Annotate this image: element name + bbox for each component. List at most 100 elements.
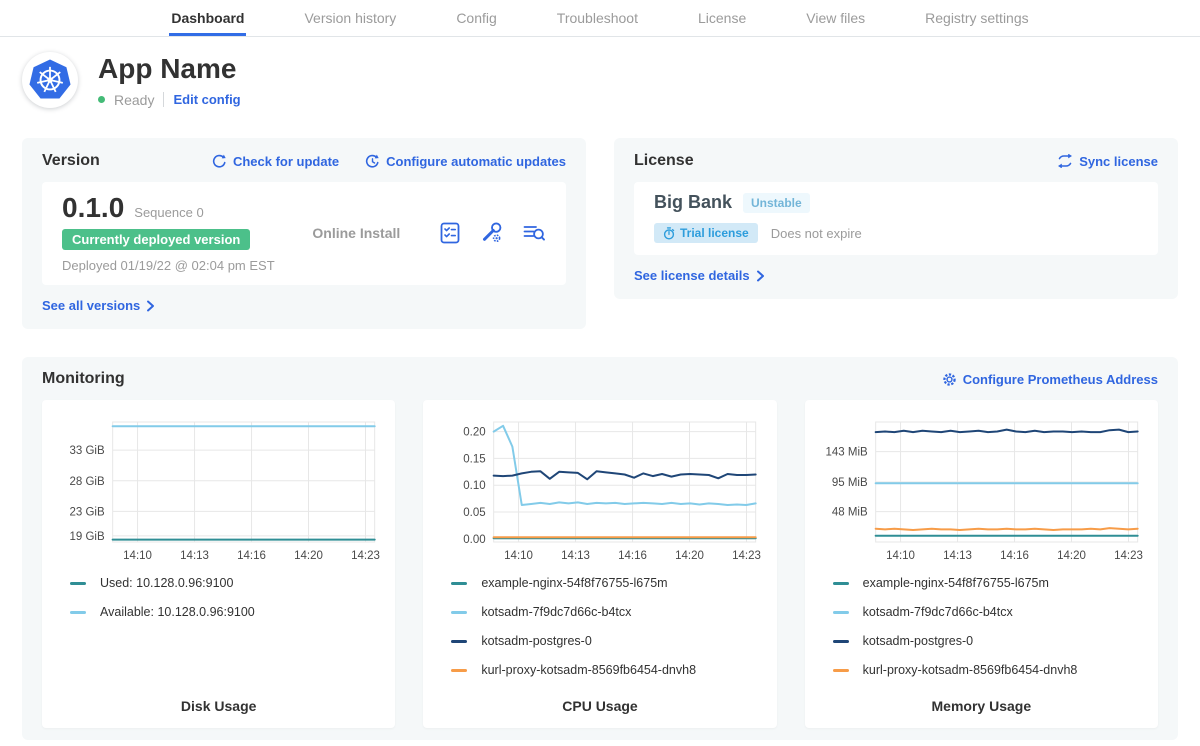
- svg-text:0.10: 0.10: [464, 480, 486, 492]
- kubernetes-icon: [27, 57, 73, 103]
- series-line: [494, 471, 756, 479]
- legend-label: kotsadm-postgres-0: [863, 634, 973, 648]
- chart-plot-memory-usage: 48 MiB95 MiB143 MiB14:1014:1314:1614:201…: [819, 414, 1144, 566]
- legend-label: kurl-proxy-kotsadm-8569fb6454-dnvh8: [481, 663, 696, 677]
- legend-swatch: [833, 611, 849, 614]
- svg-text:14:16: 14:16: [1000, 550, 1029, 562]
- trial-license-badge: Trial license: [654, 223, 758, 243]
- svg-text:14:16: 14:16: [237, 550, 266, 562]
- clock-refresh-icon: [365, 154, 380, 169]
- svg-text:95 MiB: 95 MiB: [832, 477, 868, 489]
- page-content: App Name Ready Edit config Version: [0, 52, 1200, 740]
- svg-text:143 MiB: 143 MiB: [825, 447, 868, 459]
- version-number: 0.1.0: [62, 192, 124, 224]
- svg-text:14:20: 14:20: [675, 550, 704, 562]
- tab-version-history[interactable]: Version history: [302, 0, 398, 36]
- legend-label: Available: 10.128.0.96:9100: [100, 605, 255, 619]
- chart-legend-disk-usage: Used: 10.128.0.96:9100 Available: 10.128.…: [56, 576, 381, 634]
- tab-troubleshoot[interactable]: Troubleshoot: [555, 0, 640, 36]
- svg-text:14:20: 14:20: [294, 550, 323, 562]
- version-panel-header: Version Check for update: [42, 152, 566, 170]
- check-for-update-button[interactable]: Check for update: [212, 154, 339, 169]
- svg-text:48 MiB: 48 MiB: [832, 507, 868, 519]
- license-title: License: [634, 152, 694, 170]
- legend-item: Available: 10.128.0.96:9100: [70, 605, 381, 619]
- legend-item: kurl-proxy-kotsadm-8569fb6454-dnvh8: [451, 663, 762, 677]
- series-line: [875, 528, 1137, 530]
- cards-row: Version Check for update: [22, 138, 1178, 329]
- stopwatch-icon: [663, 227, 675, 240]
- svg-text:14:23: 14:23: [1114, 550, 1143, 562]
- tab-dashboard[interactable]: Dashboard: [169, 0, 246, 36]
- legend-label: kotsadm-7f9dc7d66c-b4tcx: [481, 605, 631, 619]
- series-line: [875, 430, 1137, 433]
- license-row-name: Big Bank Unstable: [654, 192, 1138, 213]
- legend-swatch: [833, 582, 849, 585]
- customer-name: Big Bank: [654, 192, 732, 213]
- monitoring-header: Monitoring Configure Prometheus Address: [42, 370, 1158, 388]
- configure-auto-updates-button[interactable]: Configure automatic updates: [365, 154, 566, 169]
- refresh-icon: [212, 154, 227, 169]
- svg-text:28 GiB: 28 GiB: [69, 476, 104, 488]
- svg-text:23 GiB: 23 GiB: [69, 506, 104, 518]
- version-info: 0.1.0 Sequence 0 Currently deployed vers…: [62, 192, 275, 273]
- chart-legend-memory-usage: example-nginx-54f8f76755-l675mkotsadm-7f…: [819, 576, 1144, 692]
- legend-label: kotsadm-postgres-0: [481, 634, 591, 648]
- monitoring-panel: Monitoring Configure Prometheus Address …: [22, 357, 1178, 740]
- version-panel: Version Check for update: [22, 138, 586, 329]
- divider: [163, 92, 164, 107]
- version-title: Version: [42, 152, 100, 170]
- version-sequence: Sequence 0: [134, 205, 203, 220]
- chart-title: Memory Usage: [819, 698, 1144, 714]
- legend-swatch: [833, 640, 849, 643]
- legend-item: Used: 10.128.0.96:9100: [70, 576, 381, 590]
- sync-license-button[interactable]: Sync license: [1057, 154, 1158, 169]
- legend-item: kotsadm-postgres-0: [451, 634, 762, 648]
- svg-text:14:23: 14:23: [351, 550, 380, 562]
- expiry-text: Does not expire: [771, 226, 862, 241]
- version-links: Check for update Configure automatic upd…: [212, 154, 566, 169]
- svg-text:0.05: 0.05: [464, 507, 486, 519]
- app-header: App Name Ready Edit config: [22, 52, 1178, 108]
- charts-row: 19 GiB 23 GiB 28 GiB 33 GiB 14:10 14:13 14:16 1…: [42, 400, 1158, 728]
- monitoring-title: Monitoring: [42, 370, 125, 388]
- svg-text:14:16: 14:16: [618, 550, 647, 562]
- view-logs-icon[interactable]: [522, 221, 546, 245]
- license-card: Big Bank Unstable Trial license Does not…: [634, 182, 1158, 255]
- spacer: [56, 634, 381, 692]
- legend-item: kotsadm-7f9dc7d66c-b4tcx: [451, 605, 762, 619]
- tab-registry-settings[interactable]: Registry settings: [923, 0, 1030, 36]
- legend-label: Used: 10.128.0.96:9100: [100, 576, 233, 590]
- install-type-label: Online Install: [312, 225, 400, 241]
- tab-view-files[interactable]: View files: [804, 0, 867, 36]
- svg-text:14:13: 14:13: [561, 550, 590, 562]
- page-title: App Name: [98, 53, 241, 85]
- preflight-checklist-icon[interactable]: [438, 221, 462, 245]
- svg-text:0.00: 0.00: [464, 534, 486, 546]
- svg-text:14:13: 14:13: [943, 550, 972, 562]
- tab-license[interactable]: License: [696, 0, 748, 36]
- see-all-versions-link[interactable]: See all versions: [42, 298, 155, 313]
- license-panel-header: License Sync license: [634, 152, 1158, 170]
- chart-plot-cpu-usage: 0.000.050.100.150.2014:1014:1314:1614:20…: [437, 414, 762, 566]
- config-wrench-gear-icon[interactable]: [480, 221, 504, 245]
- status-text: Ready: [114, 92, 154, 108]
- license-panel: License Sync license Big Bank Unstable: [614, 138, 1178, 299]
- configure-prometheus-button[interactable]: Configure Prometheus Address: [942, 372, 1158, 387]
- legend-label: example-nginx-54f8f76755-l675m: [481, 576, 667, 590]
- sync-icon: [1057, 154, 1073, 168]
- chart-card-disk-usage: 19 GiB23 GiB28 GiB33 GiB14:1014:1314:161…: [42, 400, 395, 728]
- version-actions: [438, 221, 546, 245]
- svg-text:0.20: 0.20: [464, 427, 486, 439]
- svg-text:14:20: 14:20: [1057, 550, 1086, 562]
- legend-swatch: [70, 611, 86, 614]
- svg-text:33 GiB: 33 GiB: [69, 445, 104, 457]
- tab-config[interactable]: Config: [454, 0, 498, 36]
- svg-text:19 GiB: 19 GiB: [69, 531, 104, 543]
- svg-text:0.15: 0.15: [464, 453, 486, 465]
- svg-text:14:10: 14:10: [123, 550, 152, 562]
- legend-label: kurl-proxy-kotsadm-8569fb6454-dnvh8: [863, 663, 1078, 677]
- edit-config-link[interactable]: Edit config: [173, 92, 240, 107]
- current-version-card: 0.1.0 Sequence 0 Currently deployed vers…: [42, 182, 566, 285]
- see-license-details-link[interactable]: See license details: [634, 268, 765, 283]
